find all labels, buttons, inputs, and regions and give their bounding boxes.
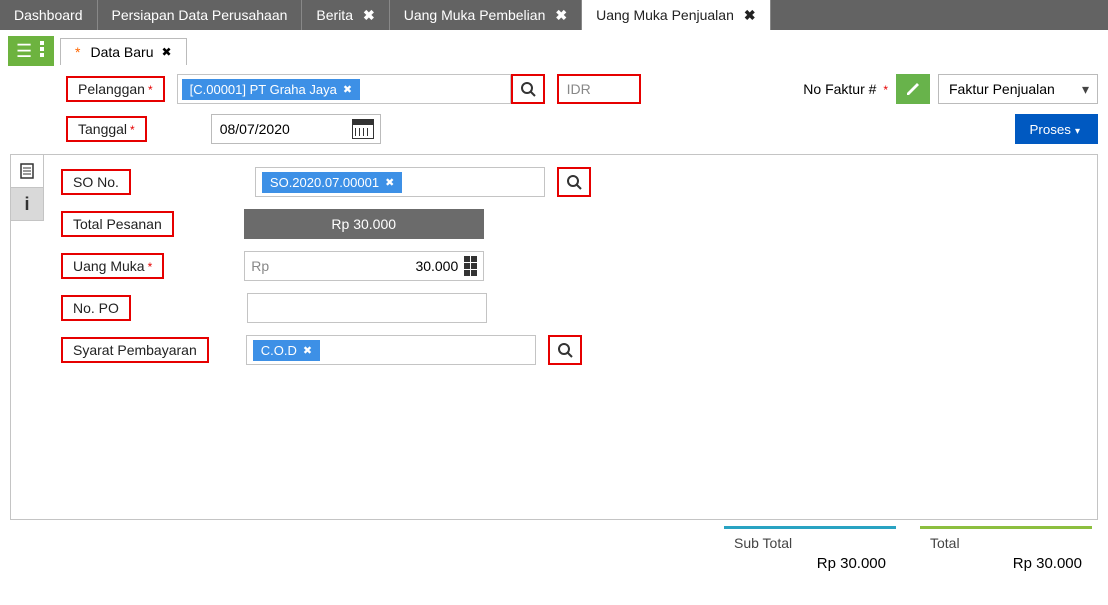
total-label: Total xyxy=(930,535,1082,551)
tab-uang-pembelian[interactable]: Uang Muka Pembelian ✖ xyxy=(390,0,582,30)
tanggal-input[interactable]: 08/07/2020 xyxy=(211,114,381,144)
button-label: Proses xyxy=(1029,122,1070,137)
edit-faktur-button[interactable] xyxy=(896,74,930,104)
close-icon[interactable]: ✖ xyxy=(162,45,172,59)
subtotal-label: Sub Total xyxy=(734,535,886,551)
pelanggan-picker[interactable]: [C.00001] PT Graha Jaya ✖ xyxy=(177,74,511,104)
label-so-no: SO No. xyxy=(61,169,131,195)
token-text: [C.00001] PT Graha Jaya xyxy=(190,82,337,97)
close-icon[interactable]: ✖ xyxy=(555,7,567,24)
search-icon xyxy=(557,342,573,358)
sub-tab-label: Data Baru xyxy=(90,44,153,60)
label-uang-muka: Uang Muka* xyxy=(61,253,164,279)
so-token[interactable]: SO.2020.07.00001 ✖ xyxy=(262,172,402,193)
currency-prefix: Rp xyxy=(251,258,269,274)
tab-dashboard[interactable]: Dashboard xyxy=(0,0,98,30)
search-icon xyxy=(520,81,536,97)
detail-panel: i SO No. SO.2020.07.00001 ✖ Total Pesana… xyxy=(10,154,1098,520)
total-box: Total Rp 30.000 xyxy=(920,526,1092,582)
subtotal-value: Rp 30.000 xyxy=(734,555,886,572)
footer-totals: Sub Total Rp 30.000 Total Rp 30.000 xyxy=(0,520,1108,582)
close-icon[interactable]: ✖ xyxy=(744,7,756,24)
so-picker[interactable]: SO.2020.07.00001 ✖ xyxy=(255,167,545,197)
tab-label: Dashboard xyxy=(14,7,83,23)
tab-uang-penjualan[interactable]: Uang Muka Penjualan ✖ xyxy=(582,0,771,30)
label-total-pesanan: Total Pesanan xyxy=(61,211,174,237)
tab-berita[interactable]: Berita ✖ xyxy=(302,0,389,30)
pelanggan-search-button[interactable] xyxy=(511,74,545,104)
currency-display: IDR xyxy=(557,74,641,104)
syarat-search-button[interactable] xyxy=(548,335,582,365)
select-value: Faktur Penjualan xyxy=(949,81,1055,97)
sub-header: * Data Baru ✖ xyxy=(0,30,1108,68)
close-icon[interactable]: ✖ xyxy=(363,7,375,24)
side-tab-info[interactable]: i xyxy=(10,187,44,221)
label-text: Uang Muka xyxy=(73,258,145,274)
proses-button[interactable]: Proses xyxy=(1015,114,1098,144)
tab-label: Uang Muka Penjualan xyxy=(596,7,734,23)
modified-indicator: * xyxy=(75,44,80,60)
label-no-faktur: No Faktur # * xyxy=(803,81,888,97)
token-text: C.O.D xyxy=(261,343,297,358)
list-menu-button[interactable] xyxy=(8,36,54,66)
detail-body: SO No. SO.2020.07.00001 ✖ Total Pesanan … xyxy=(47,155,1097,519)
pelanggan-token[interactable]: [C.00001] PT Graha Jaya ✖ xyxy=(182,79,360,100)
label-text: Tanggal xyxy=(78,121,127,137)
info-icon: i xyxy=(24,194,29,215)
token-text: SO.2020.07.00001 xyxy=(270,175,379,190)
label-pelanggan: Pelanggan* xyxy=(66,76,165,102)
label-no-po: No. PO xyxy=(61,295,131,321)
subtotal-box: Sub Total Rp 30.000 xyxy=(724,526,896,582)
pencil-icon xyxy=(905,81,921,97)
tab-label: Berita xyxy=(316,7,353,23)
syarat-token[interactable]: C.O.D ✖ xyxy=(253,340,320,361)
label-text: Syarat Pembayaran xyxy=(73,342,197,358)
calculator-icon[interactable] xyxy=(464,256,477,276)
label-text: SO No. xyxy=(73,174,119,190)
side-tab-detail[interactable] xyxy=(10,154,44,188)
total-pesanan-display: Rp 30.000 xyxy=(244,209,484,239)
uang-muka-value: 30.000 xyxy=(275,258,458,274)
uang-muka-input[interactable]: Rp 30.000 xyxy=(244,251,484,281)
tab-persiapan[interactable]: Persiapan Data Perusahaan xyxy=(98,0,303,30)
currency-text: IDR xyxy=(567,81,591,97)
so-search-button[interactable] xyxy=(557,167,591,197)
remove-token-icon[interactable]: ✖ xyxy=(385,176,394,189)
label-syarat: Syarat Pembayaran xyxy=(61,337,209,363)
label-text: Pelanggan xyxy=(78,81,145,97)
document-icon xyxy=(18,162,36,180)
syarat-picker[interactable]: C.O.D ✖ xyxy=(246,335,536,365)
search-icon xyxy=(566,174,582,190)
label-text: No. PO xyxy=(73,300,119,316)
remove-token-icon[interactable]: ✖ xyxy=(303,344,312,357)
sub-tab-data-baru[interactable]: * Data Baru ✖ xyxy=(60,38,187,65)
faktur-select[interactable]: Faktur Penjualan xyxy=(938,74,1098,104)
label-text: Total Pesanan xyxy=(73,216,162,232)
total-value: Rp 30.000 xyxy=(331,216,396,232)
no-po-input[interactable] xyxy=(247,293,487,323)
date-value: 08/07/2020 xyxy=(220,121,290,137)
tab-label: Uang Muka Pembelian xyxy=(404,7,546,23)
label-tanggal: Tanggal* xyxy=(66,116,147,142)
form-header-area: Pelanggan* [C.00001] PT Graha Jaya ✖ IDR… xyxy=(0,68,1108,144)
side-tabs: i xyxy=(11,155,47,519)
remove-token-icon[interactable]: ✖ xyxy=(343,83,352,96)
total-value: Rp 30.000 xyxy=(930,555,1082,572)
label-text: No Faktur # xyxy=(803,81,876,97)
main-tabs-bar: Dashboard Persiapan Data Perusahaan Beri… xyxy=(0,0,1108,30)
tab-label: Persiapan Data Perusahaan xyxy=(112,7,288,23)
